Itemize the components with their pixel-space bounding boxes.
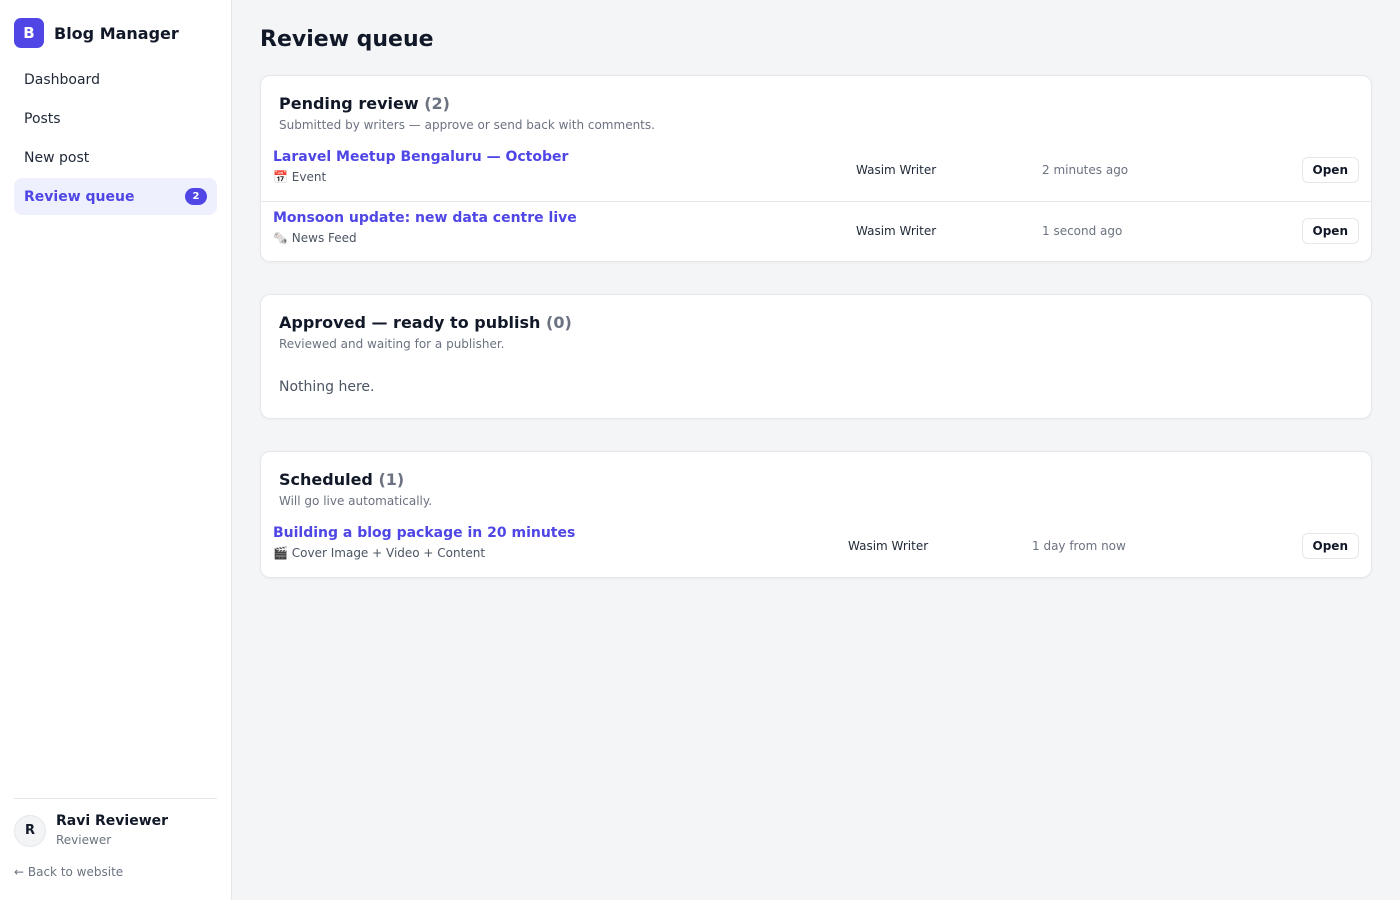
page-title: Review queue xyxy=(260,27,434,52)
section-subtitle: Submitted by writers — approve or send b… xyxy=(279,118,655,132)
pending-review-card: Pending review (2) Submitted by writers … xyxy=(260,75,1372,262)
sidebar-nav: Dashboard Posts New post Review queue 2 xyxy=(14,61,217,217)
post-type: 🗞️ News Feed xyxy=(273,231,357,245)
scheduled-card: Scheduled (1) Will go live automatically… xyxy=(260,451,1372,578)
card-title: Pending review (2) xyxy=(279,94,1353,114)
sidebar-item-label: New post xyxy=(24,149,90,166)
open-button[interactable]: Open xyxy=(1301,533,1359,559)
post-title-link[interactable]: Laravel Meetup Bengaluru — October xyxy=(273,149,568,165)
card-header: Approved — ready to publish (0) Reviewed… xyxy=(261,295,1371,352)
post-type-label: News Feed xyxy=(291,231,357,245)
card-header: Scheduled (1) Will go live automatically… xyxy=(261,452,1371,509)
count-badge: 2 xyxy=(185,188,207,205)
section-count: (0) xyxy=(546,313,572,332)
section-title: Approved — ready to publish xyxy=(279,313,541,332)
post-type: 🎬 Cover Image + Video + Content xyxy=(273,546,485,560)
post-time: 1 second ago xyxy=(1042,224,1123,238)
section-title: Scheduled xyxy=(279,470,373,489)
user-role: Reviewer xyxy=(56,833,112,847)
divider xyxy=(14,798,217,799)
table-row: Building a blog package in 20 minutes 🎬 … xyxy=(261,517,1371,577)
post-author: Wasim Writer xyxy=(856,224,937,238)
card-header: Pending review (2) Submitted by writers … xyxy=(261,76,1371,133)
section-count: (2) xyxy=(424,94,450,113)
post-time: 1 day from now xyxy=(1032,539,1126,553)
table-row: Laravel Meetup Bengaluru — October 📅 Eve… xyxy=(261,141,1371,201)
post-author: Wasim Writer xyxy=(856,163,937,177)
clapperboard-icon: 🎬 xyxy=(273,546,288,560)
brand-name: Blog Manager xyxy=(54,23,179,43)
sidebar: B Blog Manager Dashboard Posts New post … xyxy=(0,0,232,900)
open-button[interactable]: Open xyxy=(1301,218,1359,244)
avatar: R xyxy=(14,814,46,847)
sidebar-item-label: Dashboard xyxy=(24,71,100,88)
brand[interactable]: B Blog Manager xyxy=(14,18,179,48)
sidebar-item-label: Review queue xyxy=(24,188,135,205)
post-list: Laravel Meetup Bengaluru — October 📅 Eve… xyxy=(261,141,1371,261)
sidebar-item-new-post[interactable]: New post xyxy=(14,139,217,176)
sidebar-item-posts[interactable]: Posts xyxy=(14,100,217,137)
post-title-link[interactable]: Monsoon update: new data centre live xyxy=(273,210,577,226)
section-subtitle: Will go live automatically. xyxy=(279,494,433,508)
user-info: Ravi Reviewer Reviewer xyxy=(56,813,168,848)
sidebar-item-label: Posts xyxy=(24,110,61,127)
section-title: Pending review xyxy=(279,94,419,113)
empty-state: Nothing here. xyxy=(279,379,375,395)
approved-card: Approved — ready to publish (0) Reviewed… xyxy=(260,294,1372,419)
open-button[interactable]: Open xyxy=(1301,157,1359,183)
card-title: Scheduled (1) xyxy=(279,470,1353,490)
sidebar-item-review-queue[interactable]: Review queue 2 xyxy=(14,178,217,215)
post-title-link[interactable]: Building a blog package in 20 minutes xyxy=(273,525,575,541)
post-type-label: Event xyxy=(291,170,327,184)
card-title: Approved — ready to publish (0) xyxy=(279,313,1353,333)
section-subtitle: Reviewed and waiting for a publisher. xyxy=(279,337,505,351)
post-type-label: Cover Image + Video + Content xyxy=(291,546,486,560)
post-author: Wasim Writer xyxy=(848,539,929,553)
post-list: Building a blog package in 20 minutes 🎬 … xyxy=(261,517,1371,577)
post-time: 2 minutes ago xyxy=(1042,163,1129,177)
post-type: 📅 Event xyxy=(273,170,326,184)
user-profile: R Ravi Reviewer Reviewer xyxy=(14,813,168,848)
section-count: (1) xyxy=(378,470,405,489)
brand-logo: B xyxy=(14,18,44,48)
table-row: Monsoon update: new data centre live 🗞️ … xyxy=(261,201,1371,261)
sidebar-item-dashboard[interactable]: Dashboard xyxy=(14,61,217,98)
back-to-website-link[interactable]: ← Back to website xyxy=(14,865,123,879)
newspaper-icon: 🗞️ xyxy=(273,231,288,245)
user-name: Ravi Reviewer xyxy=(56,813,169,829)
calendar-icon: 📅 xyxy=(273,170,288,184)
